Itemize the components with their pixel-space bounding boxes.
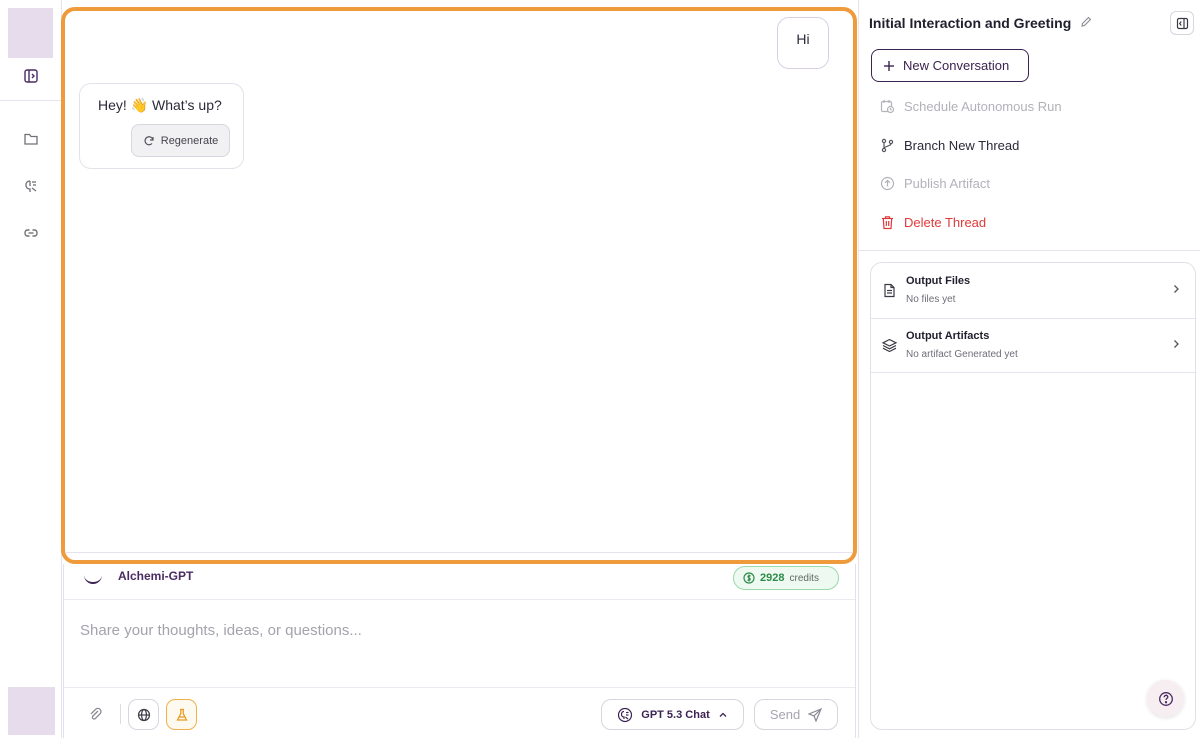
new-conversation-button[interactable]: New Conversation [871, 49, 1029, 82]
file-icon [880, 281, 898, 299]
output-artifacts-row[interactable]: Output Artifacts No artifact Generated y… [871, 318, 1195, 373]
model-select-dropdown[interactable]: GPT 5.3 Chat [601, 699, 744, 730]
user-message-text: Hi [796, 31, 810, 47]
panel-divider [859, 250, 1200, 251]
credits-label: credits [789, 572, 819, 584]
layers-icon [880, 336, 898, 354]
toolbar-divider [120, 704, 121, 724]
delete-thread-button[interactable]: Delete Thread [880, 212, 986, 232]
composer-toolbar: GPT 5.3 Chat Send [64, 687, 855, 738]
user-message-bubble: Hi [777, 17, 829, 69]
plus-icon [884, 60, 894, 71]
ai-brain-icon [618, 707, 633, 722]
action-label: Delete Thread [904, 214, 987, 230]
message-input[interactable] [80, 616, 840, 644]
send-button[interactable]: Send [754, 699, 838, 730]
paperclip-icon[interactable] [86, 705, 104, 723]
outputs-card: Output Files No files yet Output Artifac… [870, 262, 1196, 730]
model-logo-icon [84, 566, 102, 584]
dollar-circle-icon [743, 572, 755, 584]
action-label: Schedule Autonomous Run [904, 98, 1062, 114]
schedule-autonomous-run-button[interactable]: Schedule Autonomous Run [880, 96, 1062, 116]
pencil-icon[interactable] [1078, 14, 1094, 30]
outputs-divider [871, 372, 1195, 373]
chevron-right-icon [1169, 282, 1183, 296]
trash-icon [882, 215, 893, 229]
output-files-row[interactable]: Output Files No files yet [871, 263, 1195, 318]
chat-messages-area: Hi Hey! 👋 What’s up? Regenerate [61, 7, 857, 564]
flask-icon [175, 708, 188, 721]
new-conversation-label: New Conversation [903, 58, 1010, 73]
workspace-avatar[interactable] [8, 8, 53, 58]
credits-value: 2928 [760, 572, 785, 584]
model-select-label: GPT 5.3 Chat [641, 708, 710, 721]
rail-divider [0, 100, 62, 101]
action-label: Publish Artifact [904, 175, 990, 191]
thread-panel: Initial Interaction and Greeting New Con… [858, 0, 1200, 738]
git-branch-icon [881, 138, 894, 152]
send-label: Send [769, 707, 801, 722]
credits-badge: 2928 credits [733, 566, 839, 590]
output-title: Output Artifacts [906, 330, 990, 342]
web-search-button[interactable] [128, 699, 159, 730]
globe-icon [137, 708, 150, 721]
composer: Alchemi-GPT 2928 credits GPT 5.3 Chat Se… [63, 564, 856, 738]
action-label: Branch New Thread [904, 137, 1020, 153]
chevron-up-icon [719, 712, 727, 717]
output-subtitle: No artifact Generated yet [906, 349, 1018, 360]
help-button[interactable] [1147, 680, 1184, 717]
folder-icon[interactable] [21, 129, 41, 149]
chat-bottom-divider [65, 552, 853, 553]
ai-brain-icon[interactable] [21, 176, 41, 196]
regenerate-label: Regenerate [160, 134, 219, 147]
publish-artifact-button[interactable]: Publish Artifact [880, 173, 990, 193]
regenerate-button[interactable]: Regenerate [131, 124, 230, 157]
link-icon[interactable] [21, 223, 41, 243]
panel-right-icon [1176, 17, 1188, 29]
branch-new-thread-button[interactable]: Branch New Thread [880, 135, 1019, 155]
lab-mode-button[interactable] [166, 699, 197, 730]
question-circle-icon [1158, 691, 1173, 706]
upload-circle-icon [880, 176, 895, 190]
assistant-message-text: Hey! 👋 What’s up? [98, 97, 222, 113]
output-title: Output Files [906, 275, 971, 287]
sidebar-toggle-icon[interactable] [21, 66, 41, 86]
send-icon [808, 707, 823, 722]
collapse-panel-button[interactable] [1170, 11, 1194, 35]
output-subtitle: No files yet [906, 294, 956, 305]
model-name: Alchemi-GPT [118, 569, 194, 583]
left-rail [0, 0, 62, 738]
calendar-clock-icon [880, 99, 895, 113]
refresh-icon [144, 135, 154, 145]
user-avatar[interactable] [8, 687, 55, 735]
thread-title: Initial Interaction and Greeting [869, 15, 1072, 31]
composer-model-row: Alchemi-GPT 2928 credits [64, 564, 855, 600]
assistant-message-bubble: Hey! 👋 What’s up? Regenerate [79, 83, 244, 169]
chevron-right-icon [1169, 337, 1183, 351]
